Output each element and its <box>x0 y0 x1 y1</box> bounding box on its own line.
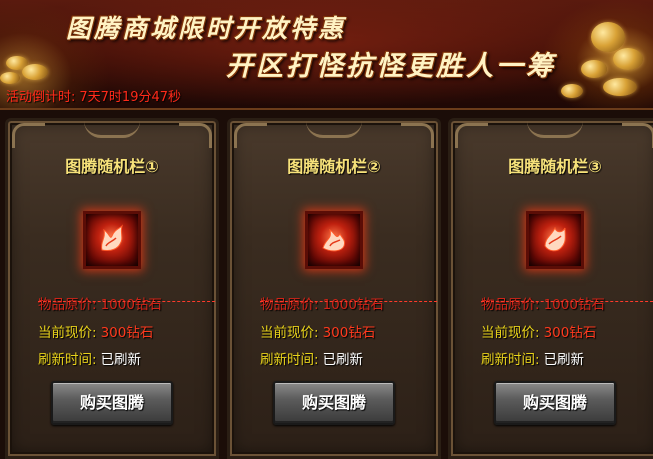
phoenix-totem-icon <box>322 228 345 252</box>
current-price-row: 当前现价: 300钻石 <box>38 321 153 341</box>
refresh-time-row: 刷新时间: 已刷新 <box>260 348 363 368</box>
original-price-row: 物品原价: 1000钻石 <box>260 293 384 313</box>
promo-banner: 图腾商城限时开放特惠 开区打怪抗怪更胜人一筹 活动倒计时: 7天7时19分47秒 <box>0 0 653 110</box>
current-price-value: 300钻石 <box>322 325 376 341</box>
totem-item-slot[interactable] <box>526 211 584 269</box>
original-price-value: 1000钻石 <box>322 297 384 313</box>
current-price-row: 当前现价: 300钻石 <box>260 321 375 341</box>
buy-totem-button[interactable]: 购买图腾 <box>494 381 616 425</box>
totem-card-1: 图腾随机栏① 物品原价: 1000钻石 当前现价: 300钻石 刷新时间: 已刷新 购… <box>5 118 219 459</box>
current-price-label: 当前现价: <box>38 325 97 341</box>
phoenix-totem-icon <box>544 226 566 252</box>
original-price-value: 1000钻石 <box>543 297 605 313</box>
ornament-corner-icon <box>401 123 434 148</box>
banner-title-line1: 图腾商城限时开放特惠 <box>66 14 347 43</box>
price-strikethrough <box>481 301 653 303</box>
ornament-corner-icon <box>234 123 267 148</box>
price-strikethrough <box>38 301 216 303</box>
totem-card-3: 图腾随机栏③ 物品原价: 1000钻石 当前现价: 300钻石 刷新时间: 已刷新 购… <box>448 118 653 459</box>
original-price-label: 物品原价: <box>260 297 319 313</box>
price-strikethrough <box>260 301 438 303</box>
current-price-value: 300钻石 <box>543 325 597 341</box>
ornament-crest-icon <box>527 121 583 138</box>
refresh-time-label: 刷新时间: <box>38 352 97 368</box>
banner-title-line2: 开区打怪抗怪更胜人一筹 <box>226 51 556 82</box>
totem-item-slot[interactable] <box>83 211 141 269</box>
ornament-corner-icon <box>12 123 45 148</box>
refresh-time-label: 刷新时间: <box>260 352 319 368</box>
refresh-time-value: 已刷新 <box>322 352 364 368</box>
original-price-row: 物品原价: 1000钻石 <box>481 293 605 313</box>
card-title: 图腾随机栏③ <box>508 157 602 176</box>
refresh-time-row: 刷新时间: 已刷新 <box>38 348 141 368</box>
refresh-time-label: 刷新时间: <box>481 352 540 368</box>
refresh-time-value: 已刷新 <box>543 352 585 368</box>
gold-treasure-decoration-right <box>543 0 653 108</box>
original-price-label: 物品原价: <box>481 297 540 313</box>
ornament-crest-icon <box>306 121 362 138</box>
ornament-corner-icon <box>179 123 212 148</box>
original-price-value: 1000钻石 <box>100 297 162 313</box>
buy-totem-button[interactable]: 购买图腾 <box>51 381 173 425</box>
ornament-corner-icon <box>455 123 488 148</box>
ornament-crest-icon <box>84 121 140 138</box>
card-title: 图腾随机栏① <box>65 157 159 176</box>
refresh-time-value: 已刷新 <box>100 352 142 368</box>
ornament-corner-icon <box>622 123 653 148</box>
countdown-label: 活动倒计时: <box>6 90 76 105</box>
original-price-row: 物品原价: 1000钻石 <box>38 293 162 313</box>
buy-totem-button[interactable]: 购买图腾 <box>273 381 395 425</box>
current-price-label: 当前现价: <box>481 325 540 341</box>
current-price-row: 当前现价: 300钻石 <box>481 321 596 341</box>
totem-item-slot[interactable] <box>305 211 363 269</box>
refresh-time-row: 刷新时间: 已刷新 <box>481 348 584 368</box>
current-price-label: 当前现价: <box>260 325 319 341</box>
countdown-value: 7天7时19分47秒 <box>79 90 182 105</box>
current-price-value: 300钻石 <box>100 325 154 341</box>
card-title: 图腾随机栏② <box>287 157 381 176</box>
totem-card-2: 图腾随机栏② 物品原价: 1000钻石 当前现价: 300钻石 刷新时间: 已刷新 购… <box>227 118 441 459</box>
phoenix-totem-icon <box>101 224 123 251</box>
countdown-timer: 活动倒计时: 7天7时19分47秒 <box>6 86 185 105</box>
original-price-label: 物品原价: <box>38 297 97 313</box>
